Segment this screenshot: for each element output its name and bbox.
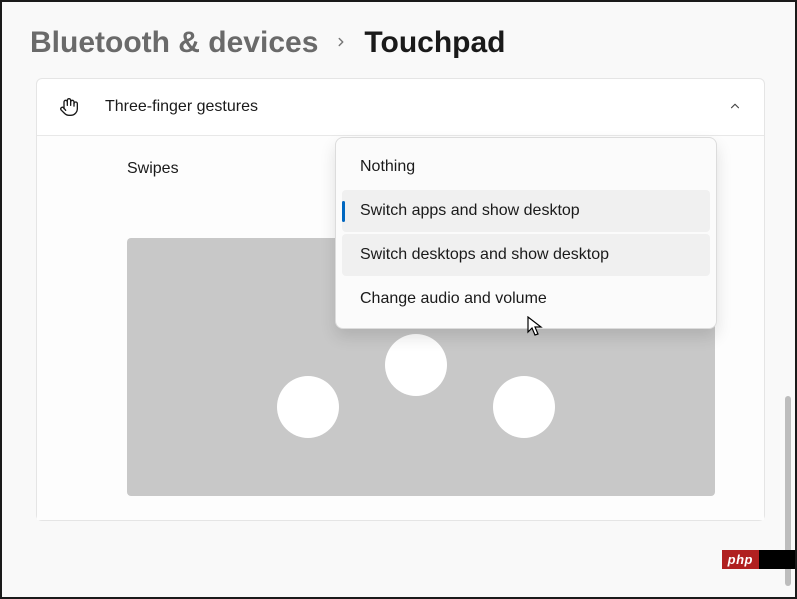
section-header[interactable]: Three-finger gestures (37, 79, 764, 135)
breadcrumb-current: Touchpad (364, 26, 505, 60)
watermark-text: php (722, 550, 759, 569)
breadcrumb-parent[interactable]: Bluetooth & devices (30, 26, 318, 60)
watermark: php (722, 550, 795, 569)
finger-dot (493, 376, 555, 438)
breadcrumb: Bluetooth & devices Touchpad (2, 2, 795, 78)
chevron-up-icon[interactable] (728, 99, 742, 116)
finger-dot (277, 376, 339, 438)
dropdown-option-nothing[interactable]: Nothing (342, 146, 710, 188)
finger-dot (385, 334, 447, 396)
dropdown-option-change-audio[interactable]: Change audio and volume (342, 278, 710, 320)
section-title: Three-finger gestures (105, 98, 702, 116)
gestures-section-card: Three-finger gestures Swipes Nothing Swi… (36, 78, 765, 521)
swipes-dropdown-menu: Nothing Switch apps and show desktop Swi… (335, 137, 717, 329)
chevron-right-icon (334, 32, 348, 55)
dropdown-option-switch-desktops[interactable]: Switch desktops and show desktop (342, 234, 710, 276)
dropdown-option-switch-apps[interactable]: Switch apps and show desktop (342, 190, 710, 232)
watermark-block (759, 550, 795, 569)
hand-icon (59, 97, 79, 117)
